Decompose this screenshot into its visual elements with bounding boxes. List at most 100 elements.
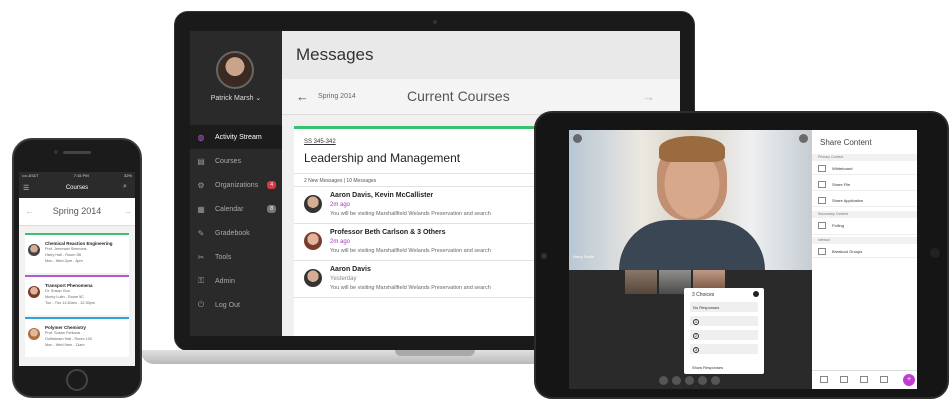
course-time: Mon - Wed 2pm - 3pm	[45, 259, 83, 263]
message-row[interactable]: Professor Beth Carlson & 3 Others 2m ago…	[294, 224, 550, 261]
course-name: Transport Phenomena	[45, 283, 93, 288]
polling-icon	[818, 222, 826, 229]
tablet-camera	[541, 253, 547, 259]
item-label: Breakout Groups	[832, 249, 863, 254]
sidebar-item-admin[interactable]: ⚿ Admin	[190, 269, 282, 293]
avatar-icon[interactable]	[659, 375, 668, 385]
item-label: Share Application	[832, 198, 864, 203]
page-title: Messages	[296, 45, 374, 64]
poll-option[interactable]: 2	[690, 330, 758, 340]
panel-title: Share Content	[820, 138, 872, 147]
course-room: Harry Hall - Room 3B	[45, 253, 82, 257]
camera-icon[interactable]	[685, 375, 694, 385]
course-professor: Dr. Susan Gou	[45, 289, 70, 293]
share-content-panel: Share Content Primary Content Whiteboard…	[812, 130, 917, 389]
sidebar-item-organizations[interactable]: ⚙ Organizations 4	[190, 173, 282, 197]
course-time: Tue - Thu 11:30am - 12:30pm	[45, 301, 95, 305]
application-icon	[818, 197, 826, 204]
course-card[interactable]: Chemical Reaction Engineering Prof. Jere…	[25, 233, 129, 273]
item-label: Polling	[832, 223, 845, 228]
phone-speaker	[63, 151, 91, 154]
message-time: 2m ago	[330, 202, 351, 208]
presenter-shirt	[619, 220, 765, 270]
organizations-icon: ⚙	[197, 180, 205, 190]
poll-option[interactable]: 3	[690, 344, 758, 354]
show-responses-toggle[interactable]: Show Responses	[692, 365, 723, 370]
file-icon	[818, 181, 826, 188]
sidebar-item-label: Activity Stream	[215, 133, 262, 141]
avatar	[304, 269, 322, 287]
sidebar-item-calendar[interactable]: ▦ Calendar 8	[190, 197, 282, 221]
course-card[interactable]: Polymer Chemistry Prof. Susan Fontana Gu…	[25, 317, 129, 357]
poll-option-label: No Responses	[693, 305, 720, 310]
section-title: Current Courses	[407, 88, 510, 104]
share-file[interactable]: Share File	[812, 178, 917, 191]
avatar	[304, 195, 322, 213]
search-icon[interactable]: ⌕	[123, 183, 127, 191]
tablet-screen: Harry Smith 3 Choices No Responses 1 2 3…	[569, 130, 917, 389]
collaborate-fab[interactable]: +	[903, 374, 915, 386]
back-arrow-icon[interactable]: ←	[296, 89, 309, 104]
sidebar-item-activity-stream[interactable]: ◍ Activity Stream	[190, 125, 282, 149]
avatar[interactable]	[216, 51, 254, 89]
share-icon[interactable]	[711, 375, 720, 385]
next-arrow-icon[interactable]: →	[123, 206, 132, 216]
chat-icon[interactable]	[820, 376, 828, 383]
sidebar-item-gradebook[interactable]: ✎ Gradebook	[190, 221, 282, 245]
message-row[interactable]: Aaron Davis Yesterday You will be visiti…	[294, 261, 550, 298]
option-number: 3	[693, 347, 699, 353]
sidebar-item-courses[interactable]: ▤ Courses	[190, 149, 282, 173]
expand-icon[interactable]	[799, 134, 808, 143]
settings-icon[interactable]	[880, 376, 888, 383]
groups-icon	[818, 248, 826, 255]
presenter-hair	[659, 136, 725, 162]
video-caption: Harry Smith	[573, 254, 595, 259]
course-professor: Prof. Susan Fontana	[45, 331, 80, 335]
share-polling[interactable]: Polling	[812, 219, 917, 235]
avatar	[28, 244, 40, 256]
course-card[interactable]: Transport Phenomena Dr. Susan Gou Monty …	[25, 275, 129, 315]
hand-raise-icon[interactable]	[698, 375, 707, 385]
poll-option[interactable]: 1	[690, 316, 758, 326]
option-number: 1	[693, 319, 699, 325]
carrier-label: •••• AT&T	[22, 173, 39, 178]
item-label: Whiteboard	[832, 166, 853, 171]
breakout-groups[interactable]: Breakout Groups	[812, 245, 917, 258]
share-screen-icon[interactable]	[860, 376, 868, 383]
course-title[interactable]: Leadership and Management	[304, 151, 460, 165]
poll-dialog: 3 Choices No Responses 1 2 3 Show Respon…	[684, 288, 764, 374]
share-whiteboard[interactable]: Whiteboard	[812, 162, 917, 175]
message-preview: You will be visiting Marshallfield Welan…	[330, 248, 491, 254]
forward-arrow-icon[interactable]: →	[642, 89, 655, 104]
message-time: 2m ago	[330, 239, 351, 245]
message-sender: Aaron Davis, Kevin McCallister	[330, 192, 434, 199]
course-time: Mon - Wed 9am - 11am	[45, 343, 85, 347]
avatar	[304, 232, 322, 250]
calendar-icon: ▦	[197, 204, 205, 214]
close-icon[interactable]	[753, 291, 759, 297]
poll-title: 3 Choices	[692, 292, 715, 298]
sidebar-item-label: Gradebook	[215, 229, 250, 237]
avatar	[28, 328, 40, 340]
message-row[interactable]: Aaron Davis, Kevin McCallister 2m ago Yo…	[294, 187, 550, 224]
user-name[interactable]: Patrick Marsh ⌄	[190, 94, 282, 102]
microphone-icon[interactable]	[672, 375, 681, 385]
sidebar-item-tools[interactable]: ✂ Tools	[190, 245, 282, 269]
message-sender: Aaron Davis	[330, 266, 371, 273]
participant-thumbnail[interactable]	[625, 270, 657, 294]
sidebar-item-log-out[interactable]: ⏻ Log Out	[190, 293, 282, 317]
attendees-icon[interactable]	[840, 376, 848, 383]
poll-option-none[interactable]: No Responses	[690, 302, 758, 312]
message-time: Yesterday	[330, 276, 357, 282]
session-menu-icon[interactable]	[573, 134, 582, 143]
battery-label: 32%	[123, 173, 132, 178]
book-icon: ▤	[197, 156, 205, 166]
sidebar-item-label: Calendar	[215, 205, 244, 213]
whiteboard-icon	[818, 165, 826, 172]
message-count: 2 New Messages | 10 Messages	[294, 173, 550, 187]
home-button[interactable]	[66, 369, 88, 391]
tablet-home-button[interactable]	[930, 248, 940, 258]
course-code-link[interactable]: SS 345-342	[304, 139, 336, 145]
term-label[interactable]: Spring 2014	[318, 93, 356, 100]
share-application[interactable]: Share Application	[812, 194, 917, 207]
